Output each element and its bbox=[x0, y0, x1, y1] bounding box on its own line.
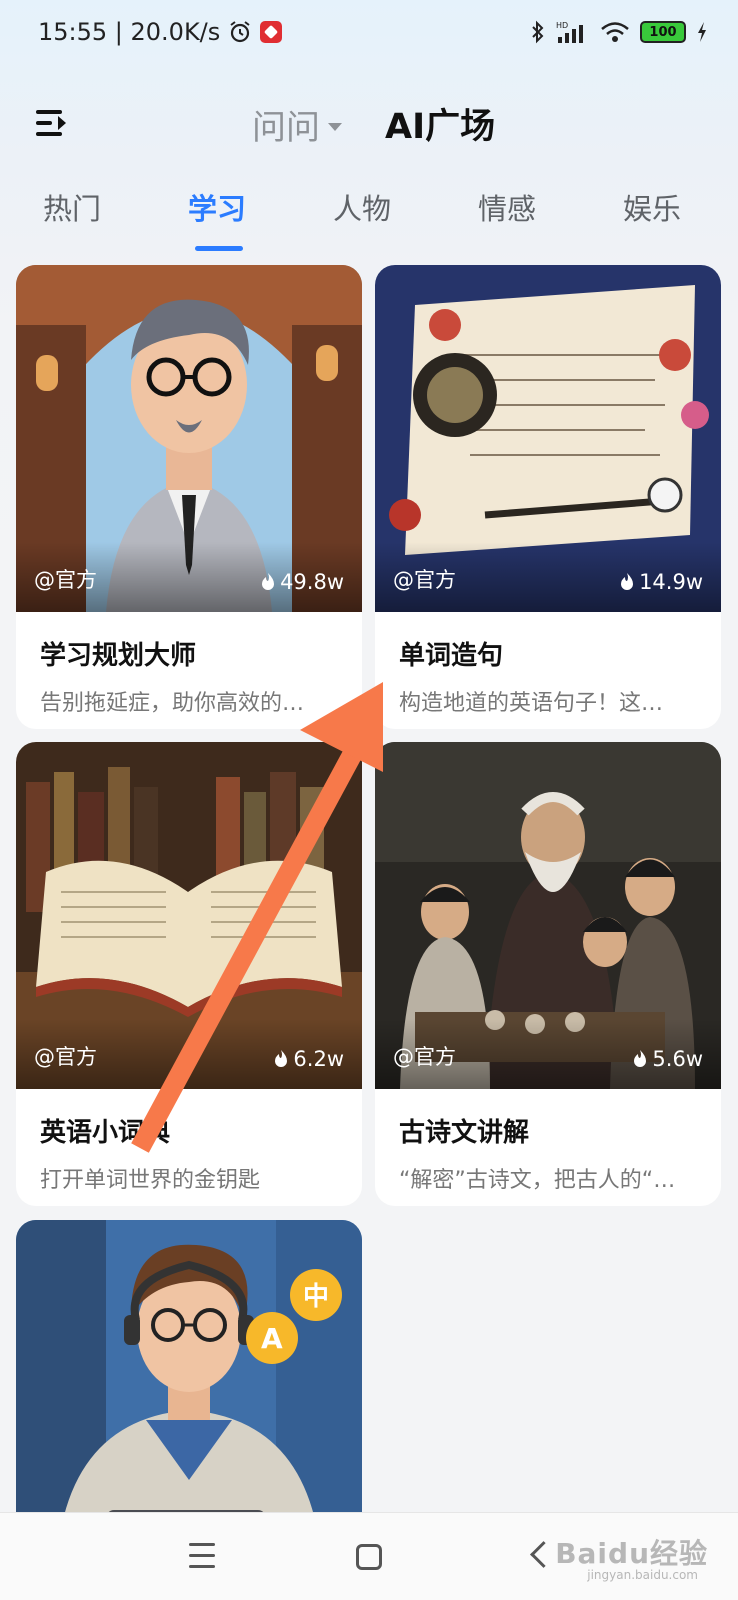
tab-emotion[interactable]: 情感 bbox=[457, 186, 557, 228]
ai-square-page: 15:55 | 20.0K/s HD 100 问问 AI广场 热门 学习 人物 … bbox=[0, 0, 738, 1600]
card-image: @官方 6.2w bbox=[16, 742, 362, 1089]
card-heat: 6.2w bbox=[274, 1047, 344, 1071]
tab-study[interactable]: 学习 bbox=[167, 186, 267, 228]
agent-card[interactable]: @官方 14.9w 单词造句 构造地道的英语句子！这… bbox=[375, 265, 721, 729]
active-tab-indicator bbox=[195, 246, 243, 251]
flame-icon bbox=[275, 1050, 288, 1067]
svg-text:HD: HD bbox=[556, 21, 568, 30]
card-description: “解密”古诗文，把古人的“… bbox=[399, 1168, 676, 1193]
wifi-icon bbox=[601, 22, 629, 42]
mode-switch-label: 问问 bbox=[252, 108, 320, 148]
watermark: Baidu经验 bbox=[555, 1537, 708, 1570]
card-description: 打开单词世界的金钥匙 bbox=[40, 1168, 261, 1193]
card-author: @官方 bbox=[34, 568, 97, 592]
flame-icon bbox=[621, 573, 634, 590]
agent-card[interactable]: @官方 5.6w 古诗文讲解 “解密”古诗文，把古人的“… bbox=[375, 742, 721, 1206]
card-title: 古诗文讲解 bbox=[399, 1118, 530, 1148]
card-image: @官方 5.6w bbox=[375, 742, 721, 1089]
watermark-url: jingyan.baidu.com bbox=[587, 1568, 698, 1582]
chevron-down-icon bbox=[328, 122, 342, 131]
tab-people[interactable]: 人物 bbox=[312, 186, 412, 228]
flame-icon bbox=[262, 573, 275, 590]
charging-icon bbox=[698, 22, 706, 42]
tab-entertainment[interactable]: 娱乐 bbox=[602, 186, 702, 228]
agent-card[interactable]: @官方 49.8w 学习规划大师 告别拖延症，助你高效的… bbox=[16, 265, 362, 729]
card-title: 学习规划大师 bbox=[40, 641, 197, 671]
status-right: HD 100 bbox=[530, 20, 708, 44]
alarm-icon bbox=[230, 21, 250, 43]
card-heat: 5.6w bbox=[633, 1047, 703, 1071]
app-header: 问问 AI广场 bbox=[0, 92, 738, 156]
flame-icon bbox=[634, 1050, 647, 1067]
page-title: AI广场 bbox=[385, 107, 496, 147]
category-tabs: 热门 学习 人物 情感 娱乐 bbox=[0, 186, 738, 256]
card-description: 告别拖延症，助你高效的… bbox=[40, 691, 305, 716]
card-description: 构造地道的英语句子！这… bbox=[399, 691, 664, 716]
card-heat-value: 49.8w bbox=[280, 570, 344, 594]
svg-text:中: 中 bbox=[303, 1282, 329, 1312]
card-heat: 14.9w bbox=[620, 570, 703, 594]
card-author: @官方 bbox=[393, 568, 456, 592]
card-heat-value: 14.9w bbox=[639, 570, 703, 594]
battery-indicator: 100 bbox=[640, 21, 686, 43]
status-bar: 15:55 | 20.0K/s HD 100 bbox=[0, 0, 738, 64]
signal-icon: HD bbox=[556, 21, 583, 43]
agent-card[interactable]: @官方 6.2w 英语小词典 打开单词世界的金钥匙 bbox=[16, 742, 362, 1206]
recent-apps-button[interactable] bbox=[183, 1537, 223, 1577]
card-heat-value: 5.6w bbox=[652, 1047, 703, 1071]
status-time-speed: 15:55 | 20.0K/s bbox=[38, 18, 221, 46]
card-heat: 49.8w bbox=[261, 570, 344, 594]
app-notification-icon bbox=[260, 21, 283, 43]
home-button[interactable] bbox=[356, 1544, 382, 1570]
status-left: 15:55 | 20.0K/s bbox=[38, 18, 283, 46]
back-button[interactable] bbox=[520, 1537, 560, 1577]
card-heat-value: 6.2w bbox=[293, 1047, 344, 1071]
svg-text:A: A bbox=[261, 1322, 283, 1355]
card-author: @官方 bbox=[393, 1045, 456, 1069]
card-title: 英语小词典 bbox=[40, 1118, 171, 1148]
mode-switch[interactable]: 问问 bbox=[252, 100, 342, 149]
card-title: 单词造句 bbox=[399, 641, 504, 671]
card-author: @官方 bbox=[34, 1045, 97, 1069]
card-image: @官方 14.9w bbox=[375, 265, 721, 612]
tab-hot[interactable]: 热门 bbox=[22, 186, 122, 228]
bluetooth-icon bbox=[532, 20, 544, 44]
menu-icon[interactable] bbox=[36, 108, 72, 140]
card-image: @官方 49.8w bbox=[16, 265, 362, 612]
